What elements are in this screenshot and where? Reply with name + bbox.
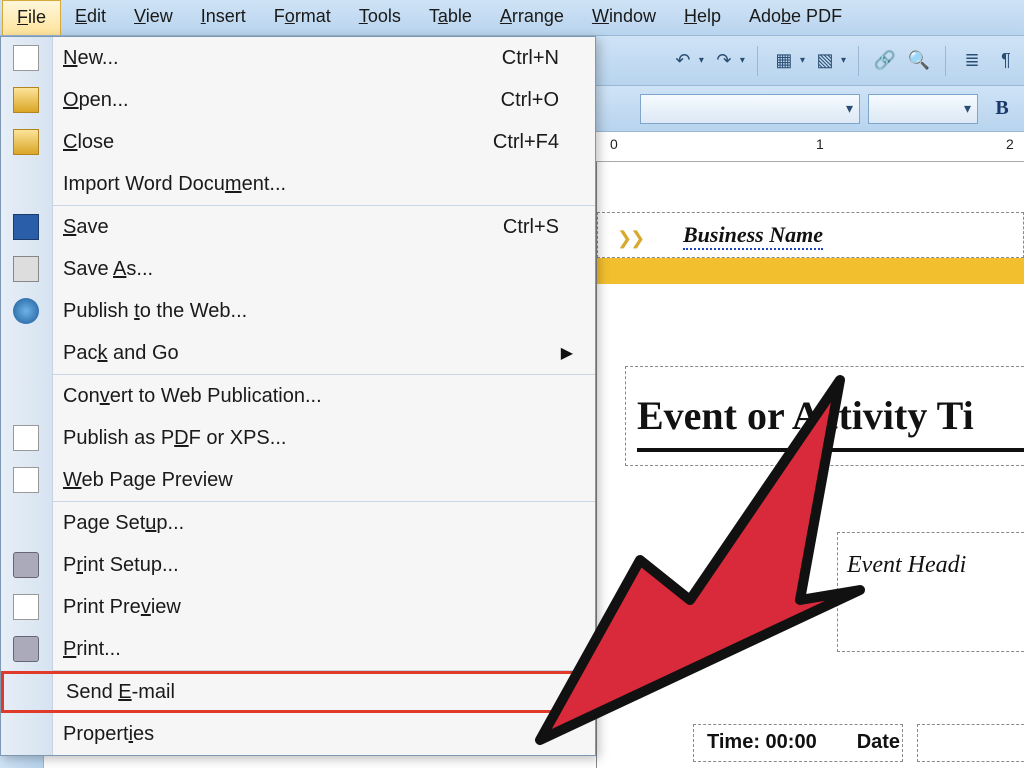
menu-item-print-setup[interactable]: Print Setup...: [1, 544, 595, 586]
menu-item-close[interactable]: Close Ctrl+F4: [1, 121, 595, 163]
paragraph-button[interactable]: ¶: [992, 47, 1020, 75]
menu-item-label: Print...: [63, 638, 121, 661]
menu-item-publish-pdf[interactable]: Publish as PDF or XPS...: [1, 417, 595, 459]
menu-item-open[interactable]: Open... Ctrl+O: [1, 79, 595, 121]
font-size-combo[interactable]: ▾: [868, 94, 978, 124]
menu-item-label: Print Setup...: [63, 554, 179, 577]
menu-item-label: Properties: [63, 723, 154, 746]
menu-item-label: Print Preview: [63, 596, 181, 619]
menu-shortcut: Ctrl+S: [503, 216, 559, 239]
menu-item-page-setup[interactable]: Page Setup...: [1, 502, 595, 544]
menu-item-send-email[interactable]: Send E-mail: [1, 671, 595, 713]
ruler-label: 2: [1006, 136, 1014, 152]
menu-item-label: Save: [63, 216, 109, 239]
send-back-button[interactable]: ▧: [811, 47, 839, 75]
menu-item-print-preview[interactable]: Print Preview: [1, 586, 595, 628]
time-label[interactable]: Time: 00:00: [707, 731, 817, 754]
heading-placeholder[interactable]: [837, 532, 1024, 652]
menu-item-label: Open...: [63, 89, 129, 112]
open-icon: [13, 87, 39, 113]
menu-file[interactable]: File: [2, 0, 61, 35]
web-icon: [13, 298, 39, 324]
horizontal-ruler: 0 1 2: [596, 132, 1024, 162]
ruler-label: 1: [816, 136, 824, 152]
menu-table[interactable]: Table: [415, 0, 486, 35]
business-name-text[interactable]: Business Name: [683, 222, 823, 250]
submenu-arrow-icon: ▶: [561, 343, 573, 363]
menu-view[interactable]: View: [120, 0, 187, 35]
toolbar-separator: [858, 46, 859, 76]
menu-item-new[interactable]: New... Ctrl+N: [1, 37, 595, 79]
toolbar-separator: [757, 46, 758, 76]
menu-item-save[interactable]: Save Ctrl+S: [1, 206, 595, 248]
menu-insert[interactable]: Insert: [187, 0, 260, 35]
bring-forward-dropdown[interactable]: ▾: [800, 55, 805, 66]
accent-bar: [597, 258, 1024, 284]
bring-forward-button[interactable]: ▦: [770, 47, 798, 75]
menu-item-convert-web[interactable]: Convert to Web Publication...: [1, 375, 595, 417]
event-title-text[interactable]: Event or Activity Ti: [637, 392, 974, 439]
menu-format[interactable]: Format: [260, 0, 345, 35]
menu-item-label: Close: [63, 131, 114, 154]
menu-item-label: Pack and Go: [63, 342, 179, 365]
new-icon: [13, 45, 39, 71]
menu-item-pack-go[interactable]: Pack and Go ▶: [1, 332, 595, 374]
menu-item-label: Page Setup...: [63, 512, 184, 535]
columns-button[interactable]: ≣: [958, 47, 986, 75]
send-back-dropdown[interactable]: ▾: [841, 55, 846, 66]
menu-item-label: Publish to the Web...: [63, 300, 247, 323]
toolbar-separator: [945, 46, 946, 76]
bold-button[interactable]: B: [986, 94, 1018, 124]
menu-item-publish-web[interactable]: Publish to the Web...: [1, 290, 595, 332]
undo-button[interactable]: ↶: [669, 47, 697, 75]
menu-arrange[interactable]: Arrange: [486, 0, 578, 35]
menu-shortcut: Ctrl+F4: [493, 131, 559, 154]
menu-shortcut: Ctrl+O: [501, 89, 559, 112]
menu-item-label: Publish as PDF or XPS...: [63, 427, 286, 450]
chevron-down-icon: ▾: [846, 100, 853, 117]
menu-item-label: Save As...: [63, 258, 153, 281]
menu-bar: File Edit View Insert Format Tools Table…: [0, 0, 1024, 36]
menu-item-save-as[interactable]: Save As...: [1, 248, 595, 290]
redo-button[interactable]: ↷: [710, 47, 738, 75]
chevron-down-icon: ▾: [964, 100, 971, 117]
event-heading-text[interactable]: Event Headi: [847, 552, 966, 579]
menu-item-label: Convert to Web Publication...: [63, 385, 322, 408]
date-label[interactable]: Date: [857, 731, 900, 754]
save-as-icon: [13, 256, 39, 282]
font-family-combo[interactable]: ▾: [640, 94, 860, 124]
page-surface[interactable]: ❯❯ Business Name Event or Activity Ti Ev…: [597, 162, 1024, 768]
pdf-icon: [13, 425, 39, 451]
close-folder-icon: [13, 129, 39, 155]
special-chars-button[interactable]: 🔗: [871, 47, 899, 75]
menu-item-label: New...: [63, 47, 119, 70]
menu-item-import-word[interactable]: Import Word Document...: [1, 163, 595, 205]
menu-item-label: Import Word Document...: [63, 173, 286, 196]
menu-tools[interactable]: Tools: [345, 0, 415, 35]
undo-dropdown[interactable]: ▾: [699, 55, 704, 66]
title-underline: [637, 448, 1024, 452]
menu-adobe-pdf[interactable]: Adobe PDF: [735, 0, 856, 35]
menu-item-print[interactable]: Print...: [1, 628, 595, 670]
menu-window[interactable]: Window: [578, 0, 670, 35]
menu-shortcut: Ctrl+N: [502, 47, 559, 70]
web-preview-icon: [13, 467, 39, 493]
redo-dropdown[interactable]: ▾: [740, 55, 745, 66]
printer-icon: [13, 552, 39, 578]
menu-item-web-preview[interactable]: Web Page Preview: [1, 459, 595, 501]
web-preview-button[interactable]: 🔍: [905, 47, 933, 75]
menu-item-label: Send E-mail: [66, 681, 175, 704]
printer-icon: [13, 636, 39, 662]
save-icon: [13, 214, 39, 240]
ruler-label: 0: [610, 136, 618, 152]
menu-item-label: Web Page Preview: [63, 469, 233, 492]
menu-edit[interactable]: Edit: [61, 0, 120, 35]
print-preview-icon: [13, 594, 39, 620]
menu-item-properties[interactable]: Properties: [1, 713, 595, 755]
document-canvas[interactable]: ❯❯ Business Name Event or Activity Ti Ev…: [596, 162, 1024, 768]
menu-help[interactable]: Help: [670, 0, 735, 35]
file-menu-dropdown: New... Ctrl+N Open... Ctrl+O Close Ctrl+…: [0, 36, 596, 756]
logo-chevrons-icon: ❯❯: [617, 228, 643, 249]
